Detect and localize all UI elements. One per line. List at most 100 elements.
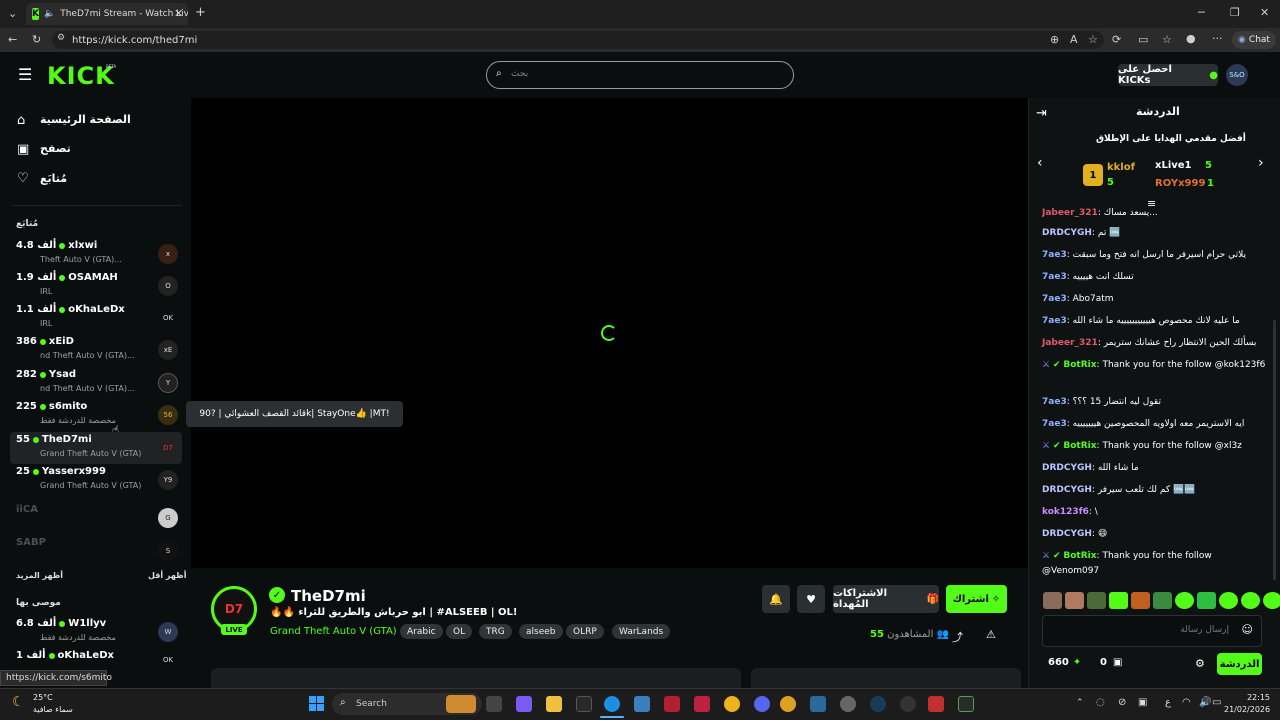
channel-item-sabp[interactable]: SABP S: [10, 535, 182, 567]
channel-item-iica[interactable]: iiCA G: [10, 502, 182, 534]
volume-icon[interactable]: 🔊: [1199, 697, 1211, 708]
app-icon[interactable]: [928, 696, 944, 712]
tag-chip[interactable]: OLRP: [566, 624, 604, 639]
show-more-link[interactable]: أظهر المزيد: [16, 571, 63, 580]
channel-item-ysad[interactable]: 282 Ysad nd Theft Auto V (GTA)... Y: [10, 367, 182, 399]
menu-dots-icon[interactable]: ···: [1212, 32, 1223, 45]
notification-bell-button[interactable]: 🔔: [762, 585, 790, 613]
emoji-picker-icon[interactable]: ☺: [1242, 623, 1253, 636]
tray-app-icon[interactable]: ⊘: [1118, 697, 1126, 708]
streamer-name[interactable]: TheD7mi: [291, 587, 366, 605]
read-aloud-icon[interactable]: A: [1070, 33, 1078, 46]
chat-message-input[interactable]: إرسال رسالة ☺: [1042, 615, 1262, 647]
app-icon[interactable]: [664, 696, 680, 712]
tray-app-icon[interactable]: ◌: [1096, 697, 1105, 708]
gifter-name[interactable]: xLive1: [1155, 160, 1192, 171]
tray-overflow-icon[interactable]: ⌃: [1076, 698, 1084, 708]
app-icon[interactable]: [810, 696, 826, 712]
tag-chip[interactable]: WarLands: [612, 624, 671, 639]
channel-item-w1llyv[interactable]: 6.8 ألف W1llyv مخصصة للدردشة فقط W: [10, 616, 182, 648]
emote-icon[interactable]: [1109, 592, 1128, 609]
chat-username[interactable]: 7ae3: [1042, 397, 1067, 407]
search-bar[interactable]: ⌕ بحث: [486, 61, 794, 89]
emote-icon[interactable]: [1065, 592, 1084, 609]
app-icon[interactable]: [840, 696, 856, 712]
emote-icon[interactable]: [1131, 592, 1150, 609]
channel-item-thed7mi[interactable]: 55 TheD7mi Grand Theft Auto V (GTA) D7: [10, 432, 182, 464]
back-icon[interactable]: ←: [8, 33, 17, 46]
windows-start-icon[interactable]: [309, 696, 324, 711]
battery-icon[interactable]: ▭: [1212, 697, 1221, 708]
channel-item-yasserx999[interactable]: 25 Yasserx999 Grand Theft Auto V (GTA) Y9: [10, 464, 182, 496]
kick-logo[interactable]: KICK: [47, 62, 115, 90]
app-icon[interactable]: [958, 696, 974, 712]
tab-list-icon[interactable]: ⌄: [8, 7, 17, 20]
channel-item-xlxwi[interactable]: 4.8 ألف xlxwi Theft Auto V (GTA)... x: [10, 238, 182, 270]
emote-icon[interactable]: [1263, 592, 1280, 609]
chevron-right-icon[interactable]: ›: [1258, 155, 1264, 171]
window-close-icon[interactable]: ✕: [1260, 6, 1269, 19]
gifter-name[interactable]: kklof: [1107, 162, 1135, 173]
channel-item-okhaledx-rec[interactable]: 1 ألف oKhaLeDx OK: [10, 648, 182, 670]
get-kicks-button[interactable]: احصل على KICKs ●: [1118, 64, 1218, 86]
close-tab-icon[interactable]: ✕: [174, 7, 183, 20]
channel-item-s6mito[interactable]: 225 s6mito مخصصة للدردشة فقط 56: [10, 399, 182, 431]
language-indicator[interactable]: ع: [1165, 697, 1171, 708]
chat-scrollbar[interactable]: [1273, 320, 1276, 580]
extensions-icon[interactable]: ⟳: [1112, 33, 1121, 46]
tag-chip[interactable]: alseeb: [519, 624, 563, 639]
copilot-chat-button[interactable]: ◉ Chat: [1232, 31, 1276, 49]
chrome-icon[interactable]: [780, 696, 796, 712]
speaker-icon[interactable]: 🔈: [44, 9, 55, 19]
subscribe-button[interactable]: اشتراك ✧: [946, 585, 1007, 613]
zoom-icon[interactable]: ⊕: [1050, 33, 1059, 46]
gift-counter[interactable]: 0 ▣: [1100, 657, 1122, 668]
favorites-icon[interactable]: ☆: [1162, 33, 1172, 46]
chat-username[interactable]: Jabeer_321: [1042, 208, 1098, 218]
steam-icon[interactable]: [870, 696, 886, 712]
stream-category-link[interactable]: Grand Theft Auto V (GTA): [270, 626, 397, 637]
chat-username[interactable]: BotRix: [1063, 551, 1096, 561]
app-icon[interactable]: [694, 696, 710, 712]
chat-username[interactable]: BotRix: [1063, 360, 1096, 370]
discord-icon[interactable]: [754, 696, 770, 712]
tray-app-icon[interactable]: ▣: [1138, 697, 1147, 708]
user-avatar[interactable]: S&O: [1226, 64, 1248, 86]
chat-username[interactable]: DRDCYGH: [1042, 529, 1092, 539]
app-icon[interactable]: [900, 696, 916, 712]
chevron-left-icon[interactable]: ‹: [1037, 155, 1043, 171]
favorite-star-icon[interactable]: ☆: [1088, 33, 1098, 46]
new-tab-icon[interactable]: +: [195, 5, 206, 20]
share-icon[interactable]: ⤴: [952, 629, 963, 645]
store-icon[interactable]: [576, 696, 592, 712]
reload-icon[interactable]: ↻: [32, 33, 41, 46]
chat-username[interactable]: Jabeer_321: [1042, 338, 1098, 348]
report-warning-icon[interactable]: ⚠: [986, 628, 996, 641]
site-info-icon[interactable]: ⚙: [57, 33, 65, 43]
chat-username[interactable]: 7ae3: [1042, 419, 1067, 429]
browser-tab[interactable]: K 🔈 TheD7mi Stream - Watch Live: [26, 3, 188, 25]
channel-item-osamah[interactable]: 1.9 ألف OSAMAH IRL O: [10, 270, 182, 302]
emote-icon[interactable]: [1241, 592, 1260, 609]
emote-icon[interactable]: [1087, 592, 1106, 609]
gifter-name[interactable]: ROYx999: [1155, 178, 1205, 189]
weather-widget[interactable]: 25°C سماء صافية: [33, 692, 73, 716]
send-chat-button[interactable]: الدردشة: [1217, 653, 1262, 675]
minimize-icon[interactable]: ─: [1198, 6, 1205, 19]
taskbar-search[interactable]: ⌕ Search: [332, 693, 482, 715]
emote-icon[interactable]: [1175, 592, 1194, 609]
emote-icon[interactable]: [1197, 592, 1216, 609]
tag-chip[interactable]: TRG: [479, 624, 512, 639]
emote-icon[interactable]: [1043, 592, 1062, 609]
edge-browser-icon[interactable]: [604, 696, 620, 712]
emote-icon[interactable]: [1219, 592, 1238, 609]
show-less-link[interactable]: أظهر أقل: [148, 571, 186, 580]
profile-icon[interactable]: ●: [1186, 32, 1196, 45]
tag-chip[interactable]: OL: [446, 624, 473, 639]
split-screen-icon[interactable]: ▭: [1138, 33, 1148, 46]
emote-icon[interactable]: [1153, 592, 1172, 609]
hamburger-menu-icon[interactable]: ☰: [18, 65, 32, 84]
gift-subs-button[interactable]: الاشتراكات المُهداة 🎁: [833, 585, 939, 613]
collapse-chat-icon[interactable]: ⇥: [1036, 106, 1047, 121]
app-icon[interactable]: [634, 696, 650, 712]
